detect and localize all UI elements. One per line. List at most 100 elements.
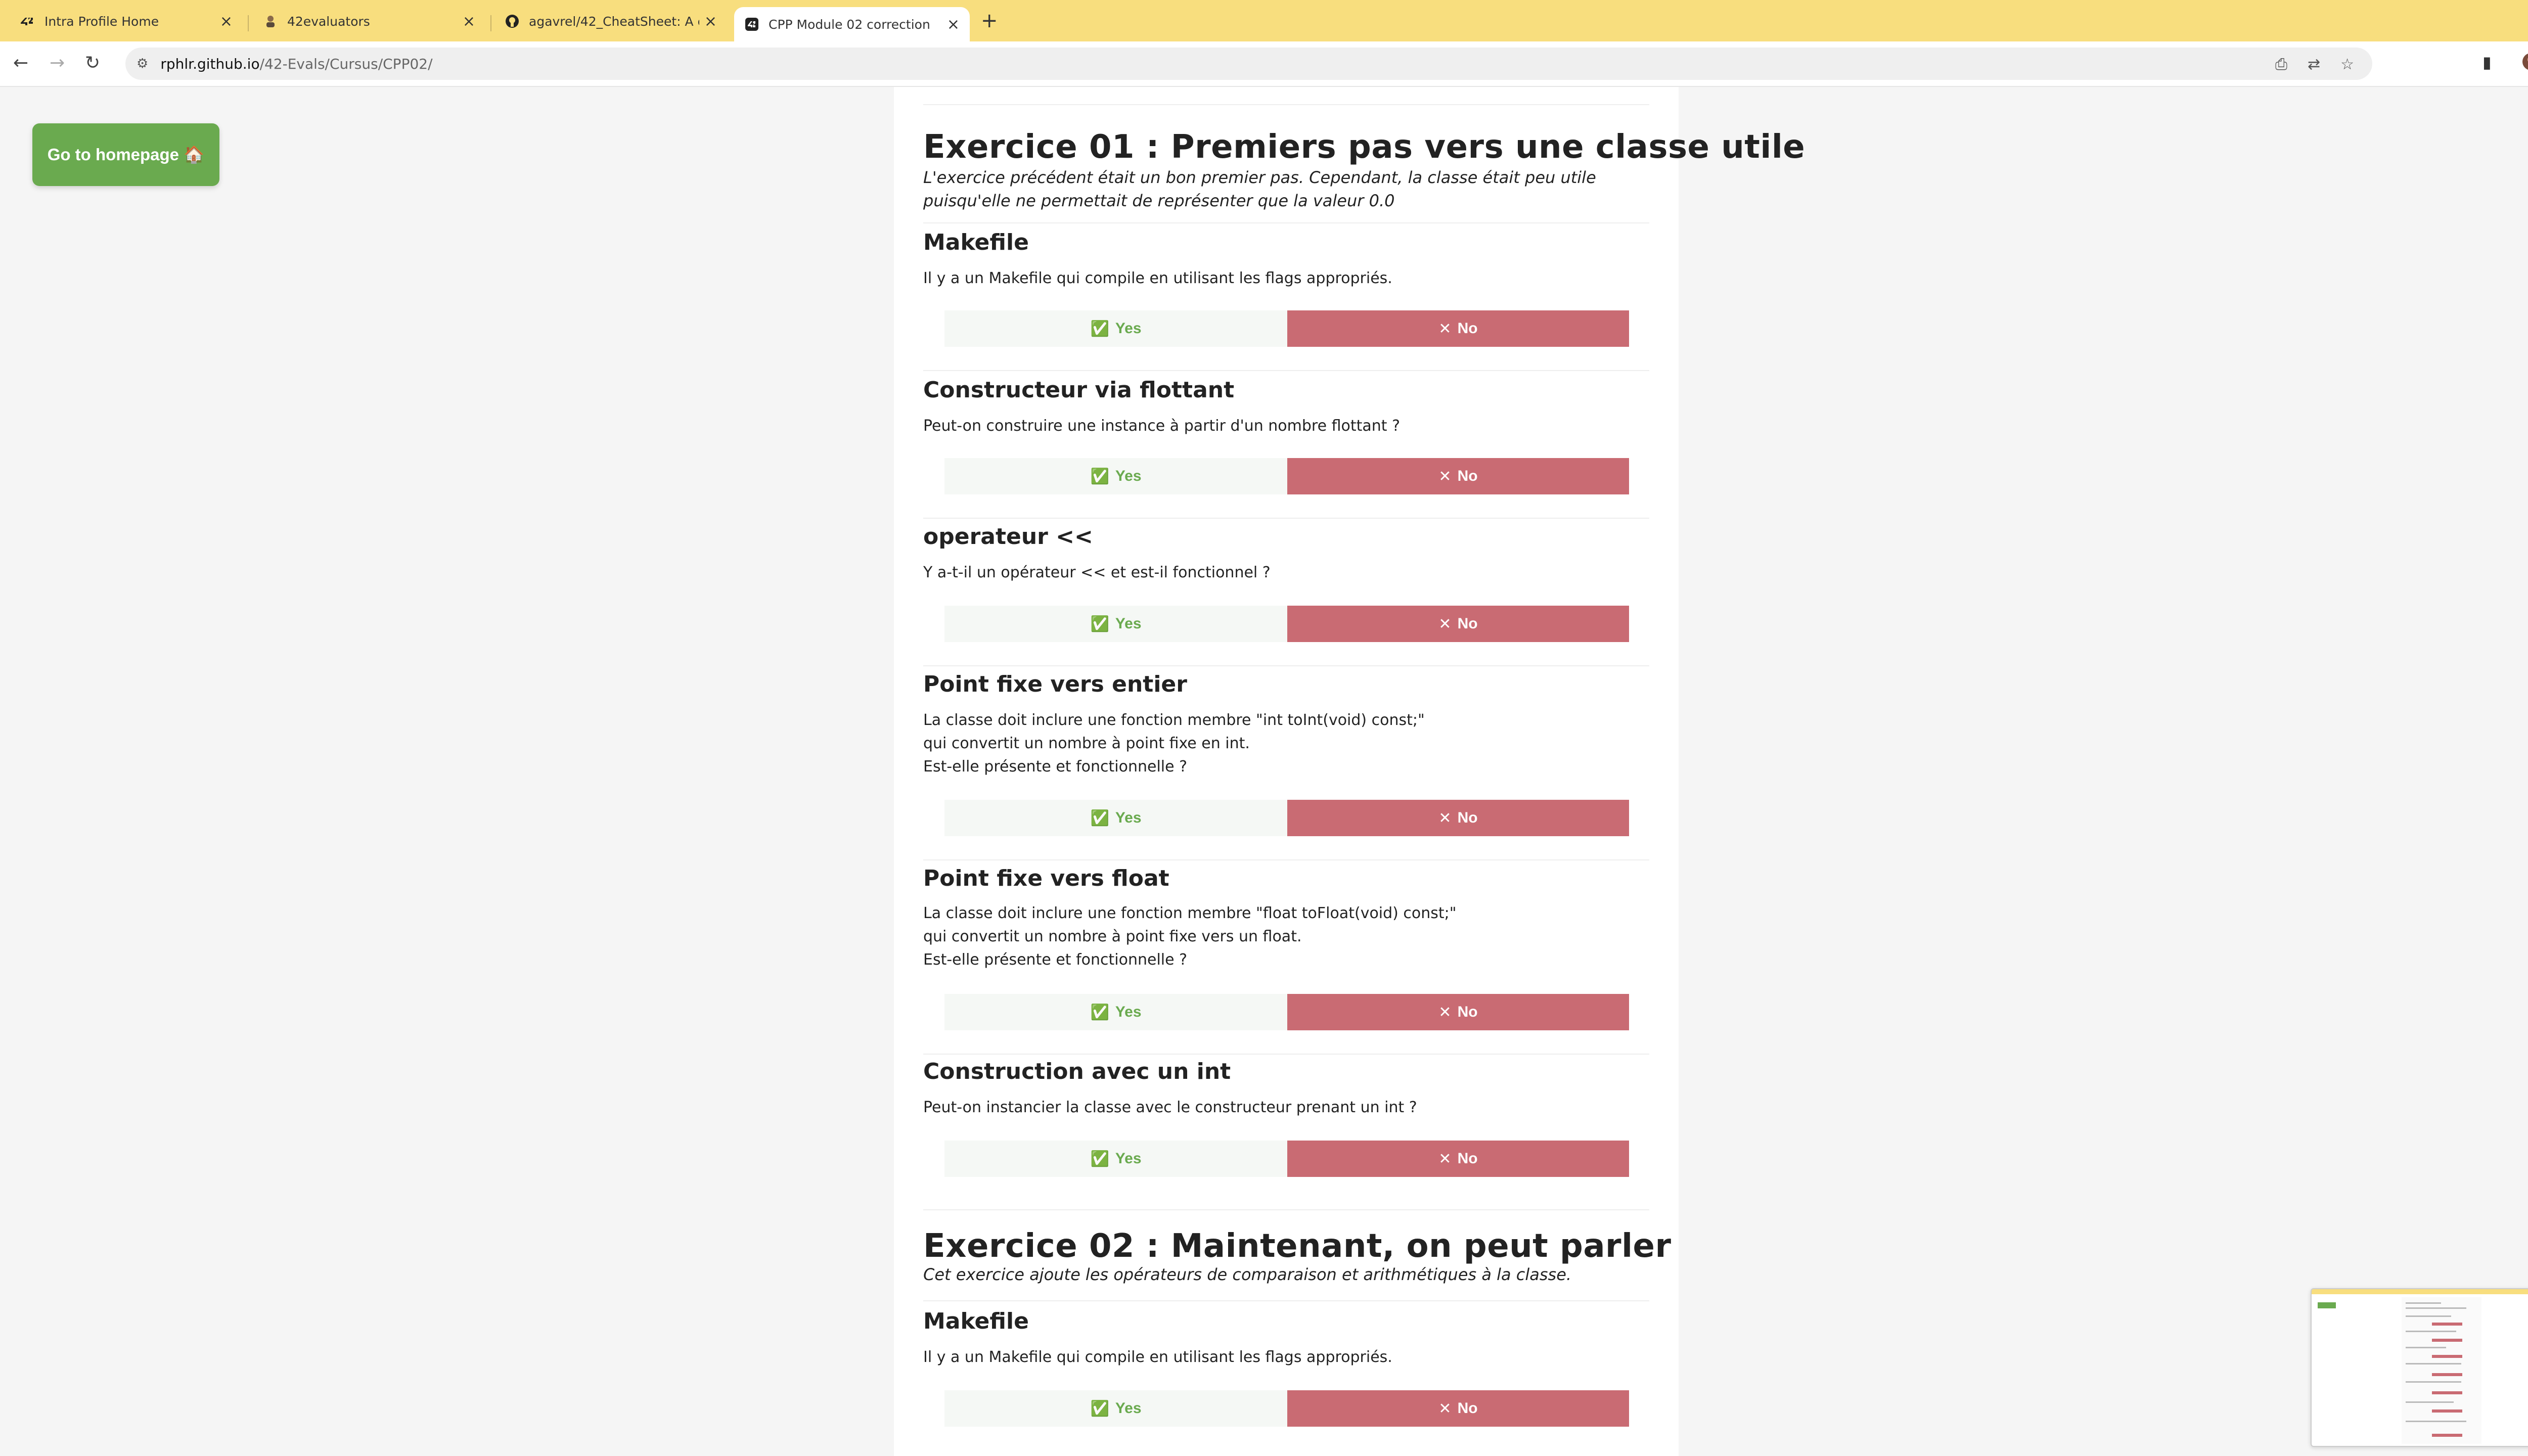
evaluation-column: Exercice 01 : Premiers pas vers une clas… — [894, 87, 1805, 1456]
yes-label: Yes — [1115, 809, 1142, 826]
minimap-header — [2312, 1289, 2528, 1294]
site-info-icon[interactable]: ⚙ — [137, 56, 148, 71]
no-button[interactable]: ✕ No — [1287, 1141, 1629, 1177]
tab-title: 42evaluators — [287, 14, 370, 29]
check-icon: ✅ — [1090, 809, 1109, 827]
close-icon: ✕ — [1438, 1150, 1452, 1167]
close-icon: ✕ — [1438, 615, 1452, 632]
yes-button[interactable]: ✅ Yes — [944, 994, 1287, 1030]
minimap-line — [2406, 1363, 2461, 1364]
close-icon: ✕ — [1438, 809, 1452, 827]
bookmark-star-icon[interactable]: ☆ — [2340, 56, 2354, 73]
minimap-no-button — [2432, 1373, 2462, 1376]
minimap-line — [2406, 1347, 2446, 1348]
avatar[interactable] — [2522, 53, 2528, 75]
no-button[interactable]: ✕ No — [1287, 310, 1629, 347]
tab-title: agavrel/42_CheatSheet: A co — [529, 14, 699, 29]
reload-icon[interactable]: ↻ — [85, 53, 100, 73]
check-icon: ✅ — [1090, 1400, 1109, 1417]
page-viewport: Go to homepage 🏠 Exercice 01 : Premiers … — [0, 87, 2528, 1456]
close-icon[interactable]: × — [947, 16, 960, 33]
install-app-icon[interactable]: ⎙ — [2275, 56, 2287, 73]
person-icon — [263, 14, 278, 29]
yes-button[interactable]: ✅ Yes — [944, 310, 1287, 347]
minimap-line — [2406, 1401, 2454, 1403]
exercise-02-title: Exercice 02 : Maintenant, on peut parler — [923, 1227, 1672, 1265]
minimap-content — [2402, 1297, 2481, 1444]
divider — [923, 1209, 1649, 1210]
divider — [923, 222, 1649, 223]
divider — [923, 518, 1649, 519]
yes-button[interactable]: ✅ Yes — [944, 1390, 1287, 1427]
question-title: operateur << — [923, 524, 1093, 550]
minimap-no-button — [2432, 1355, 2462, 1358]
yes-button[interactable]: ✅ Yes — [944, 458, 1287, 494]
minimap-line — [2406, 1307, 2466, 1309]
minimap-no-button — [2432, 1391, 2462, 1394]
close-icon[interactable]: × — [463, 13, 475, 30]
minimap-no-button — [2432, 1339, 2462, 1342]
yes-button[interactable]: ✅ Yes — [944, 800, 1287, 836]
divider — [923, 1054, 1649, 1055]
no-button[interactable]: ✕ No — [1287, 458, 1629, 494]
close-icon: ✕ — [1438, 320, 1452, 337]
question-text: La classe doit inclure une fonction memb… — [923, 904, 1457, 969]
close-icon[interactable]: × — [704, 13, 717, 30]
divider — [923, 665, 1649, 666]
question-title: Makefile — [923, 230, 1029, 255]
question-text: Peut-on construire une instance à partir… — [923, 417, 1400, 435]
yes-label: Yes — [1115, 468, 1142, 484]
question-title: Point fixe vers entier — [923, 671, 1187, 697]
no-button[interactable]: ✕ No — [1287, 1390, 1629, 1427]
side-panel-icon[interactable]: ▮ — [2482, 53, 2492, 72]
browser-toolbar: ← → ↻ ⚙ rphlr.github.io/42-Evals/Cursus/… — [0, 41, 2528, 87]
tab-title: CPP Module 02 correction — [769, 17, 930, 32]
no-label: No — [1457, 1400, 1478, 1417]
no-label: No — [1457, 809, 1478, 826]
check-icon: ✅ — [1090, 320, 1109, 337]
minimap-no-button — [2432, 1434, 2462, 1437]
url-path: /42-Evals/Cursus/CPP02/ — [259, 55, 433, 72]
tab-cpp-module-02[interactable]: CPP Module 02 correction × — [734, 7, 970, 41]
question-title: Point fixe vers float — [923, 866, 1169, 891]
forward-icon[interactable]: → — [50, 53, 65, 73]
minimap-line — [2406, 1421, 2466, 1422]
close-icon: ✕ — [1438, 1400, 1452, 1417]
no-button[interactable]: ✕ No — [1287, 994, 1629, 1030]
tab-intra-profile[interactable]: Intra Profile Home × — [10, 6, 243, 36]
42-logo-icon — [20, 14, 35, 29]
minimap-line — [2406, 1315, 2451, 1317]
close-icon[interactable]: × — [220, 13, 233, 30]
yes-label: Yes — [1115, 1150, 1142, 1167]
yes-button[interactable]: ✅ Yes — [944, 606, 1287, 642]
exercise-01-title: Exercice 01 : Premiers pas vers une clas… — [923, 128, 1805, 166]
translate-icon[interactable]: ⇄ — [2308, 56, 2320, 73]
no-label: No — [1457, 615, 1478, 632]
no-button[interactable]: ✕ No — [1287, 606, 1629, 642]
github-icon — [505, 14, 520, 29]
minimap-line — [2406, 1302, 2441, 1304]
divider — [923, 370, 1649, 371]
tab-github-cheatsheet[interactable]: agavrel/42_CheatSheet: A co × — [494, 6, 727, 36]
no-button[interactable]: ✕ No — [1287, 800, 1629, 836]
question-title: Construction avec un int — [923, 1059, 1231, 1084]
tab-title: Intra Profile Home — [44, 14, 159, 29]
question-text: La classe doit inclure une fonction memb… — [923, 711, 1425, 776]
tab-42evaluators[interactable]: 42evaluators × — [253, 6, 485, 36]
no-label: No — [1457, 1004, 1478, 1020]
go-to-homepage-button[interactable]: Go to homepage 🏠 — [32, 123, 219, 186]
new-tab-button[interactable]: + — [981, 9, 998, 32]
question-title: Constructeur via flottant — [923, 377, 1235, 403]
omnibox-actions: ⎙ ⇄ ☆ — [2275, 56, 2354, 73]
yes-label: Yes — [1115, 615, 1142, 632]
back-icon[interactable]: ← — [13, 53, 28, 73]
check-icon: ✅ — [1090, 615, 1109, 632]
address-bar[interactable]: ⚙ rphlr.github.io/42-Evals/Cursus/CPP02/… — [125, 48, 2372, 80]
question-text: Peut-on instancier la classe avec le con… — [923, 1099, 1417, 1116]
minimap-no-button — [2432, 1323, 2462, 1326]
yes-button[interactable]: ✅ Yes — [944, 1141, 1287, 1177]
yes-label: Yes — [1115, 320, 1142, 337]
tab-separator — [248, 15, 249, 31]
page-minimap[interactable] — [2311, 1288, 2528, 1447]
exercise-01-description: L'exercice précédent était un bon premie… — [923, 168, 1596, 210]
